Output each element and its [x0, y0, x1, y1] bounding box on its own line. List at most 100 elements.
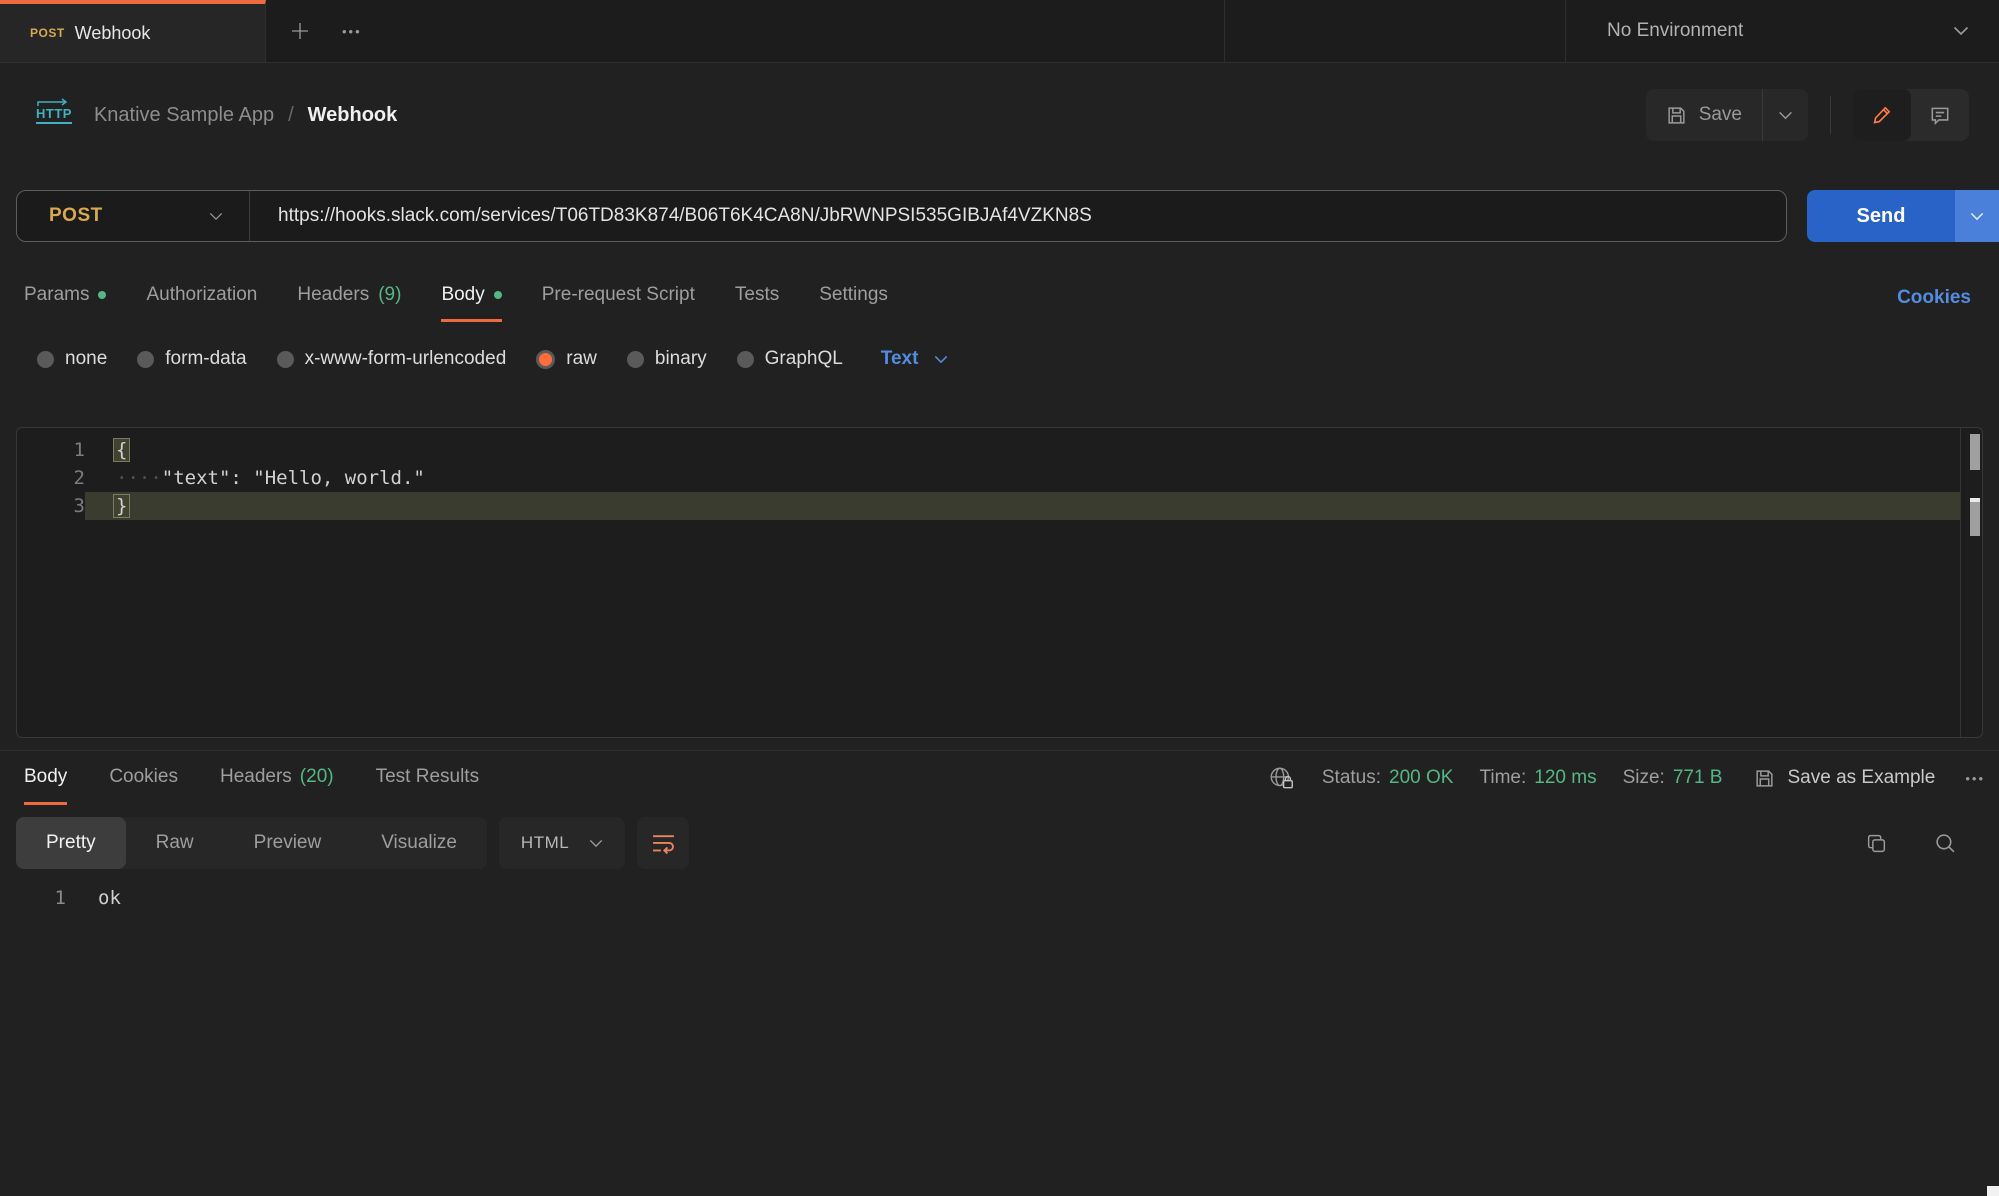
environment-label: No Environment: [1607, 20, 1743, 42]
scrollbar-marker[interactable]: [1970, 498, 1980, 536]
tab-params[interactable]: Params: [24, 284, 106, 322]
search-icon: [1934, 832, 1957, 855]
network-globe-lock-icon[interactable]: [1268, 765, 1296, 791]
response-format-selector[interactable]: HTML: [499, 817, 625, 869]
chevron-down-icon: [1778, 111, 1793, 120]
response-tab-test-results[interactable]: Test Results: [376, 766, 479, 805]
line-number: 3: [17, 492, 85, 520]
comment-icon: [1929, 104, 1951, 126]
editor-line: 2 ····"text": "Hello, world.": [17, 464, 1982, 492]
tab-bar: POST Webhook ••• No Environment: [0, 0, 1999, 63]
more-dots-icon: •••: [342, 24, 362, 39]
close-brace: }: [113, 494, 130, 518]
response-tab-headers[interactable]: Headers (20): [220, 766, 334, 805]
plus-icon: [288, 19, 312, 43]
send-options-button[interactable]: [1955, 190, 1999, 242]
radio-binary[interactable]: binary: [627, 348, 707, 370]
topbar-divider: [1224, 0, 1225, 62]
request-bar: POST https://hooks.slack.com/services/T0…: [16, 190, 1999, 242]
line-number: 1: [17, 436, 85, 464]
response-size[interactable]: Size: 771 B: [1623, 767, 1723, 789]
radio-none[interactable]: none: [37, 348, 107, 370]
line-number: 2: [17, 464, 85, 492]
new-tab-button[interactable]: [288, 19, 312, 43]
tab-settings[interactable]: Settings: [819, 284, 888, 322]
copy-response-button[interactable]: [1865, 832, 1888, 855]
radio-graphql[interactable]: GraphQL: [737, 348, 843, 370]
radio-form-data[interactable]: form-data: [137, 348, 246, 370]
send-button[interactable]: Send: [1807, 190, 1955, 242]
tab-authorization[interactable]: Authorization: [146, 284, 257, 322]
response-time[interactable]: Time: 120 ms: [1479, 767, 1596, 789]
breadcrumb-separator: /: [288, 104, 294, 127]
request-body-editor[interactable]: 1 { 2 ····"text": "Hello, world." 3 }: [16, 427, 1983, 738]
chevron-down-icon: [209, 212, 223, 221]
chevron-down-icon: [589, 839, 603, 848]
url-box: POST https://hooks.slack.com/services/T0…: [16, 190, 1787, 242]
search-response-button[interactable]: [1934, 832, 1957, 855]
code-text: "text": "Hello, world.": [162, 467, 425, 489]
radio-x-www-form-urlencoded[interactable]: x-www-form-urlencoded: [277, 348, 507, 370]
response-tab-cookies[interactable]: Cookies: [109, 766, 178, 805]
breadcrumb-request-name[interactable]: Webhook: [308, 104, 398, 127]
response-headers-count: (20): [300, 766, 334, 788]
response-body-viewer[interactable]: 1 ok: [0, 883, 1999, 913]
response-view-switch: Pretty Raw Preview Visualize: [16, 817, 487, 869]
scroll-corner: [1987, 1186, 1999, 1196]
response-header: Body Cookies Headers (20) Test Results S…: [0, 751, 1999, 805]
mode-toggle-group: [1853, 89, 1969, 141]
save-split-button: Save: [1646, 89, 1808, 141]
chevron-down-icon: [1970, 212, 1984, 221]
http-protocol-icon: HTTP: [36, 106, 72, 124]
tab-body[interactable]: Body: [441, 284, 501, 322]
comments-button[interactable]: [1911, 89, 1969, 141]
response-line: 1 ok: [0, 883, 1999, 913]
request-tabs: Params Authorization Headers (9) Body Pr…: [0, 284, 1999, 322]
whitespace-dots: ····: [116, 467, 162, 489]
view-visualize-button[interactable]: Visualize: [351, 817, 487, 869]
radio-raw[interactable]: raw: [536, 348, 597, 370]
editor-overview-ruler: [1960, 428, 1961, 737]
environment-selector[interactable]: No Environment: [1565, 0, 1999, 62]
save-options-button[interactable]: [1762, 89, 1808, 141]
chevron-down-icon: [1953, 26, 1969, 36]
tab-headers[interactable]: Headers (9): [297, 284, 401, 322]
save-as-example-button[interactable]: Save as Example: [1754, 767, 1935, 789]
radio-icon: [277, 351, 294, 368]
tab-tests[interactable]: Tests: [735, 284, 779, 322]
params-active-dot: [98, 291, 106, 299]
tab-pre-request-script[interactable]: Pre-request Script: [542, 284, 695, 322]
radio-icon: [137, 351, 154, 368]
floppy-disk-icon: [1666, 105, 1687, 126]
view-preview-button[interactable]: Preview: [224, 817, 352, 869]
response-tab-body[interactable]: Body: [24, 766, 67, 805]
response-options-button[interactable]: •••: [1965, 771, 1985, 786]
response-status[interactable]: Status: 200 OK: [1322, 767, 1454, 789]
status-badge: 200 OK: [1389, 767, 1453, 789]
radio-icon: [37, 351, 54, 368]
body-active-dot: [494, 291, 502, 299]
edit-mode-button[interactable]: [1853, 89, 1911, 141]
breadcrumb-collection[interactable]: Knative Sample App: [94, 104, 274, 127]
cookies-link[interactable]: Cookies: [1897, 287, 1971, 322]
view-raw-button[interactable]: Raw: [126, 817, 224, 869]
wrap-text-icon: [651, 832, 676, 855]
headers-count: (9): [378, 284, 401, 306]
tab-title: Webhook: [75, 23, 151, 44]
url-input[interactable]: https://hooks.slack.com/services/T06TD83…: [250, 205, 1092, 227]
wrap-text-button[interactable]: [637, 817, 689, 869]
raw-language-selector[interactable]: Text: [881, 348, 949, 370]
request-tab-webhook[interactable]: POST Webhook: [0, 0, 266, 62]
more-dots-icon: •••: [1965, 771, 1985, 786]
tab-options-button[interactable]: •••: [342, 24, 362, 39]
response-toolbar: Pretty Raw Preview Visualize HTML: [16, 817, 1999, 869]
line-number: 1: [0, 883, 66, 913]
request-header: HTTP Knative Sample App / Webhook Save: [0, 63, 1999, 167]
save-button[interactable]: Save: [1646, 89, 1762, 141]
view-pretty-button[interactable]: Pretty: [16, 817, 126, 869]
radio-icon: [737, 351, 754, 368]
editor-line: 1 {: [17, 436, 1982, 464]
pencil-icon: [1871, 104, 1893, 126]
scrollbar-marker[interactable]: [1970, 434, 1980, 470]
method-selector[interactable]: POST: [17, 191, 249, 241]
